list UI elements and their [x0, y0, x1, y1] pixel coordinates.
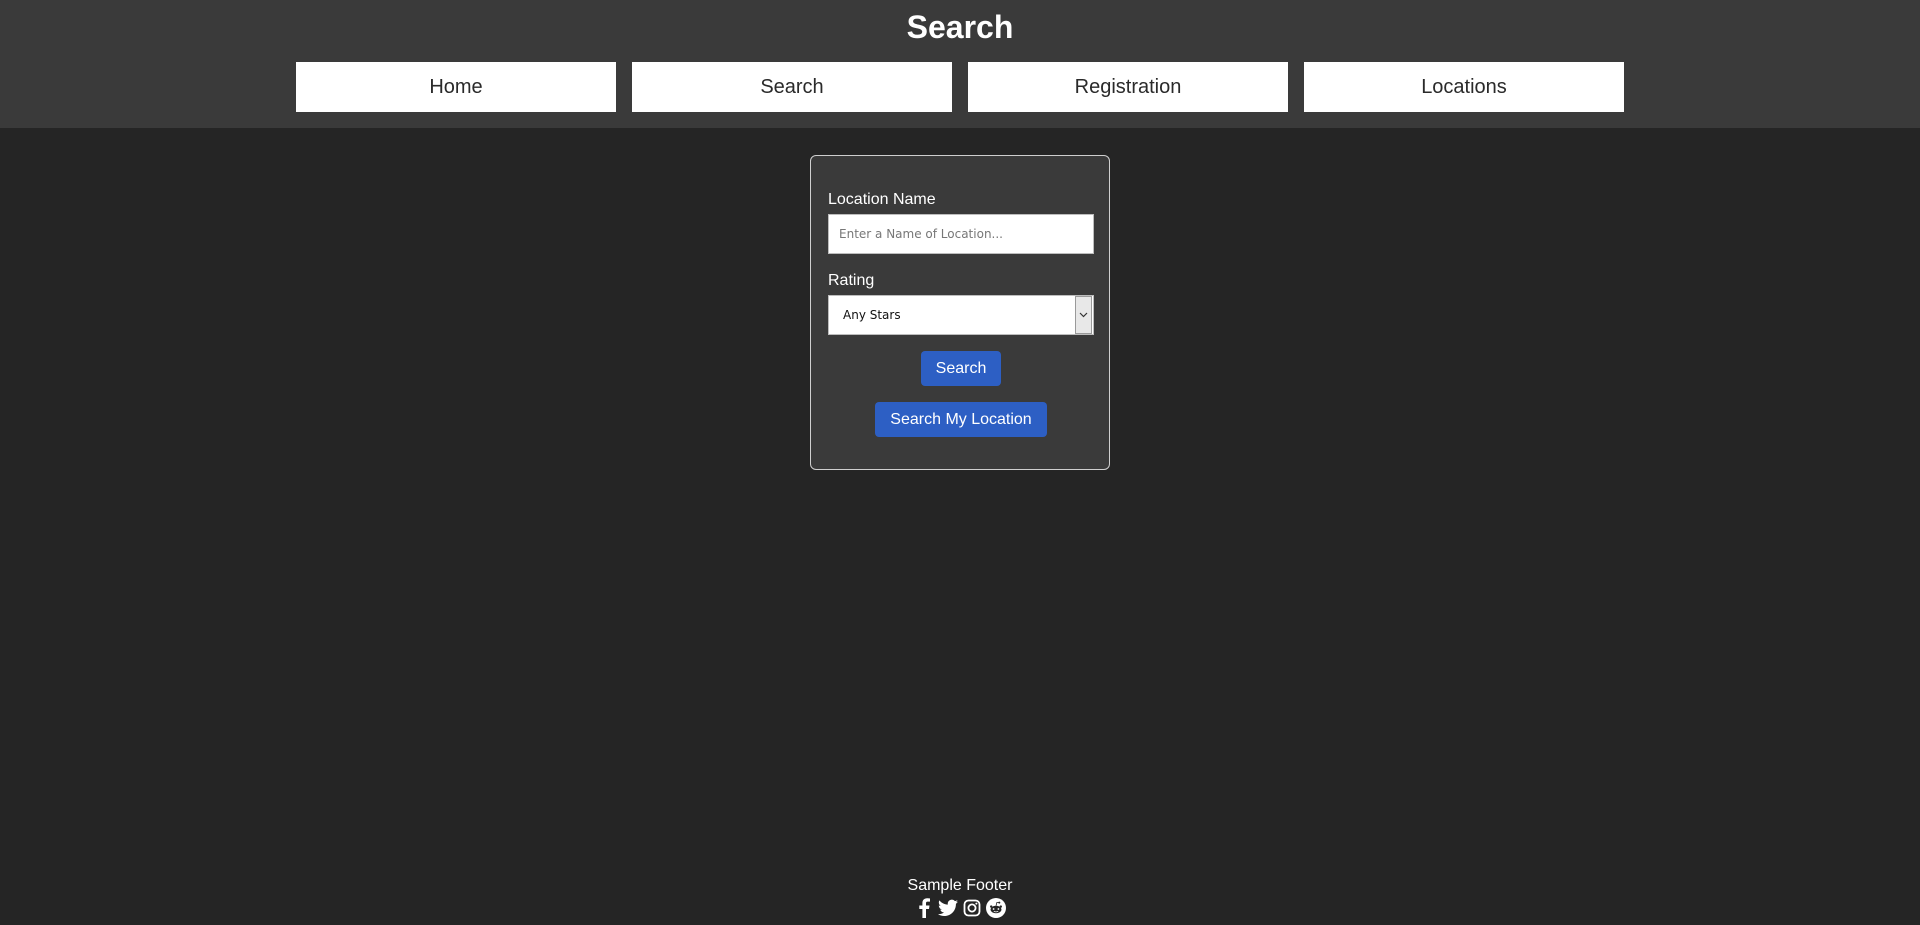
search-my-location-button[interactable]: Search My Location	[875, 402, 1047, 437]
facebook-icon[interactable]	[914, 898, 934, 918]
instagram-icon[interactable]	[962, 898, 982, 918]
rating-select-value: Any Stars	[843, 308, 901, 322]
main-nav: Home Search Registration Locations	[296, 62, 1624, 112]
rating-label: Rating	[828, 272, 875, 289]
location-name-input[interactable]	[828, 214, 1094, 254]
nav-item-locations[interactable]: Locations	[1304, 62, 1624, 112]
footer-text: Sample Footer	[907, 877, 1013, 894]
reddit-icon[interactable]	[986, 898, 1006, 918]
footer: Sample Footer	[0, 876, 1920, 918]
rating-select[interactable]: Any Stars	[828, 295, 1094, 335]
search-form-card: Location Name Rating Any Stars Search Se…	[810, 155, 1110, 470]
nav-item-registration[interactable]: Registration	[968, 62, 1288, 112]
header: Search Home Search Registration Location…	[0, 0, 1920, 128]
nav-item-search[interactable]: Search	[632, 62, 952, 112]
social-links	[0, 898, 1920, 918]
location-name-label: Location Name	[828, 191, 936, 208]
nav-item-home[interactable]: Home	[296, 62, 616, 112]
page-title: Search	[906, 9, 1014, 45]
search-button[interactable]: Search	[921, 351, 1001, 386]
twitter-icon[interactable]	[938, 898, 958, 918]
chevron-down-icon	[1075, 296, 1092, 334]
